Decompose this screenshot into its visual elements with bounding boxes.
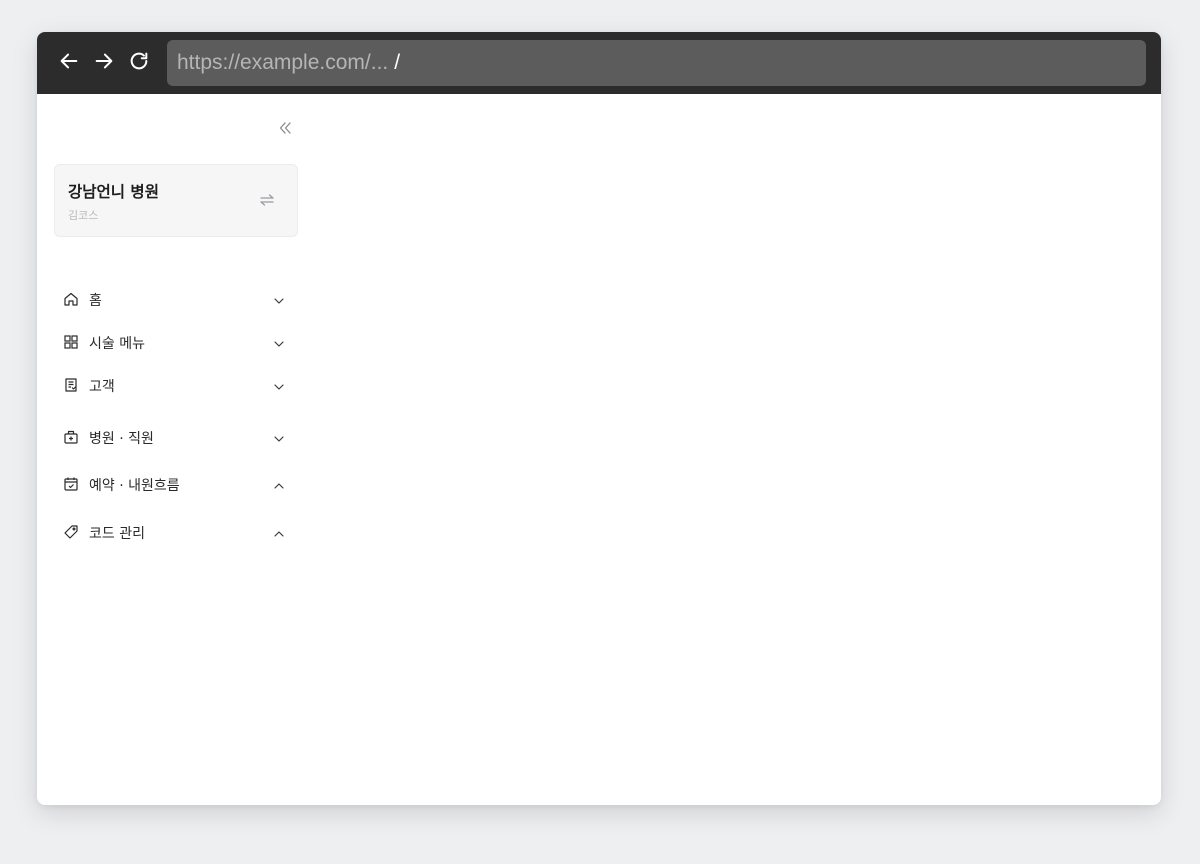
chevron-down-icon (273, 292, 287, 306)
sidebar-item-label: 고객 (89, 379, 115, 395)
tag-icon (63, 524, 79, 540)
reload-button[interactable] (126, 50, 152, 76)
chevron-up-icon (273, 525, 287, 539)
sidebar-item-label: 병원 · 직원 (89, 431, 154, 447)
browser-window: https://example.com/... / 강남언니 병원 김코스 홈 (37, 32, 1161, 805)
clinic-subtitle: 김코스 (68, 209, 99, 222)
home-icon (63, 291, 79, 307)
clinic-switcher-card[interactable]: 강남언니 병원 김코스 (54, 164, 298, 237)
forward-button[interactable] (91, 50, 117, 76)
chevrons-left-icon (277, 121, 293, 140)
url-path-text: / (394, 51, 401, 74)
clinic-name: 강남언니 병원 (68, 183, 159, 201)
reload-icon (128, 50, 150, 76)
sidebar-item-label: 코드 관리 (89, 526, 145, 542)
address-bar[interactable]: https://example.com/... / (167, 40, 1146, 86)
sidebar: 강남언니 병원 김코스 홈 시술 메뉴 고객 병원 · 직원 예약 · 내원흐름… (37, 94, 305, 805)
chevron-down-icon (273, 430, 287, 444)
sidebar-item-code-management[interactable]: 코드 관리 (60, 520, 290, 544)
chevron-up-icon (273, 477, 287, 491)
sidebar-item-label: 시술 메뉴 (89, 336, 145, 352)
chevron-down-icon (273, 378, 287, 392)
chevron-down-icon (273, 335, 287, 349)
browser-toolbar: https://example.com/... / (37, 32, 1161, 94)
swap-arrows-icon (259, 192, 277, 210)
collapse-sidebar-button[interactable] (277, 120, 297, 138)
sidebar-item-home[interactable]: 홈 (60, 287, 290, 311)
sidebar-item-hospital-staff[interactable]: 병원 · 직원 (60, 425, 290, 449)
url-base-text: https://example.com/... (177, 51, 389, 74)
customer-list-icon (63, 377, 79, 393)
arrow-left-icon (58, 50, 80, 76)
sidebar-item-procedure-menu[interactable]: 시술 메뉴 (60, 330, 290, 354)
sidebar-item-customers[interactable]: 고객 (60, 373, 290, 397)
back-button[interactable] (56, 50, 82, 76)
sidebar-item-label: 예약 · 내원흐름 (89, 478, 180, 494)
main-content-area (305, 94, 1161, 805)
grid-icon (63, 334, 79, 350)
arrow-right-icon (93, 50, 115, 76)
sidebar-item-reservations-flow[interactable]: 예약 · 내원흐름 (60, 472, 290, 496)
calendar-icon (63, 476, 79, 492)
sidebar-item-label: 홈 (89, 293, 102, 309)
hospital-icon (63, 429, 79, 445)
